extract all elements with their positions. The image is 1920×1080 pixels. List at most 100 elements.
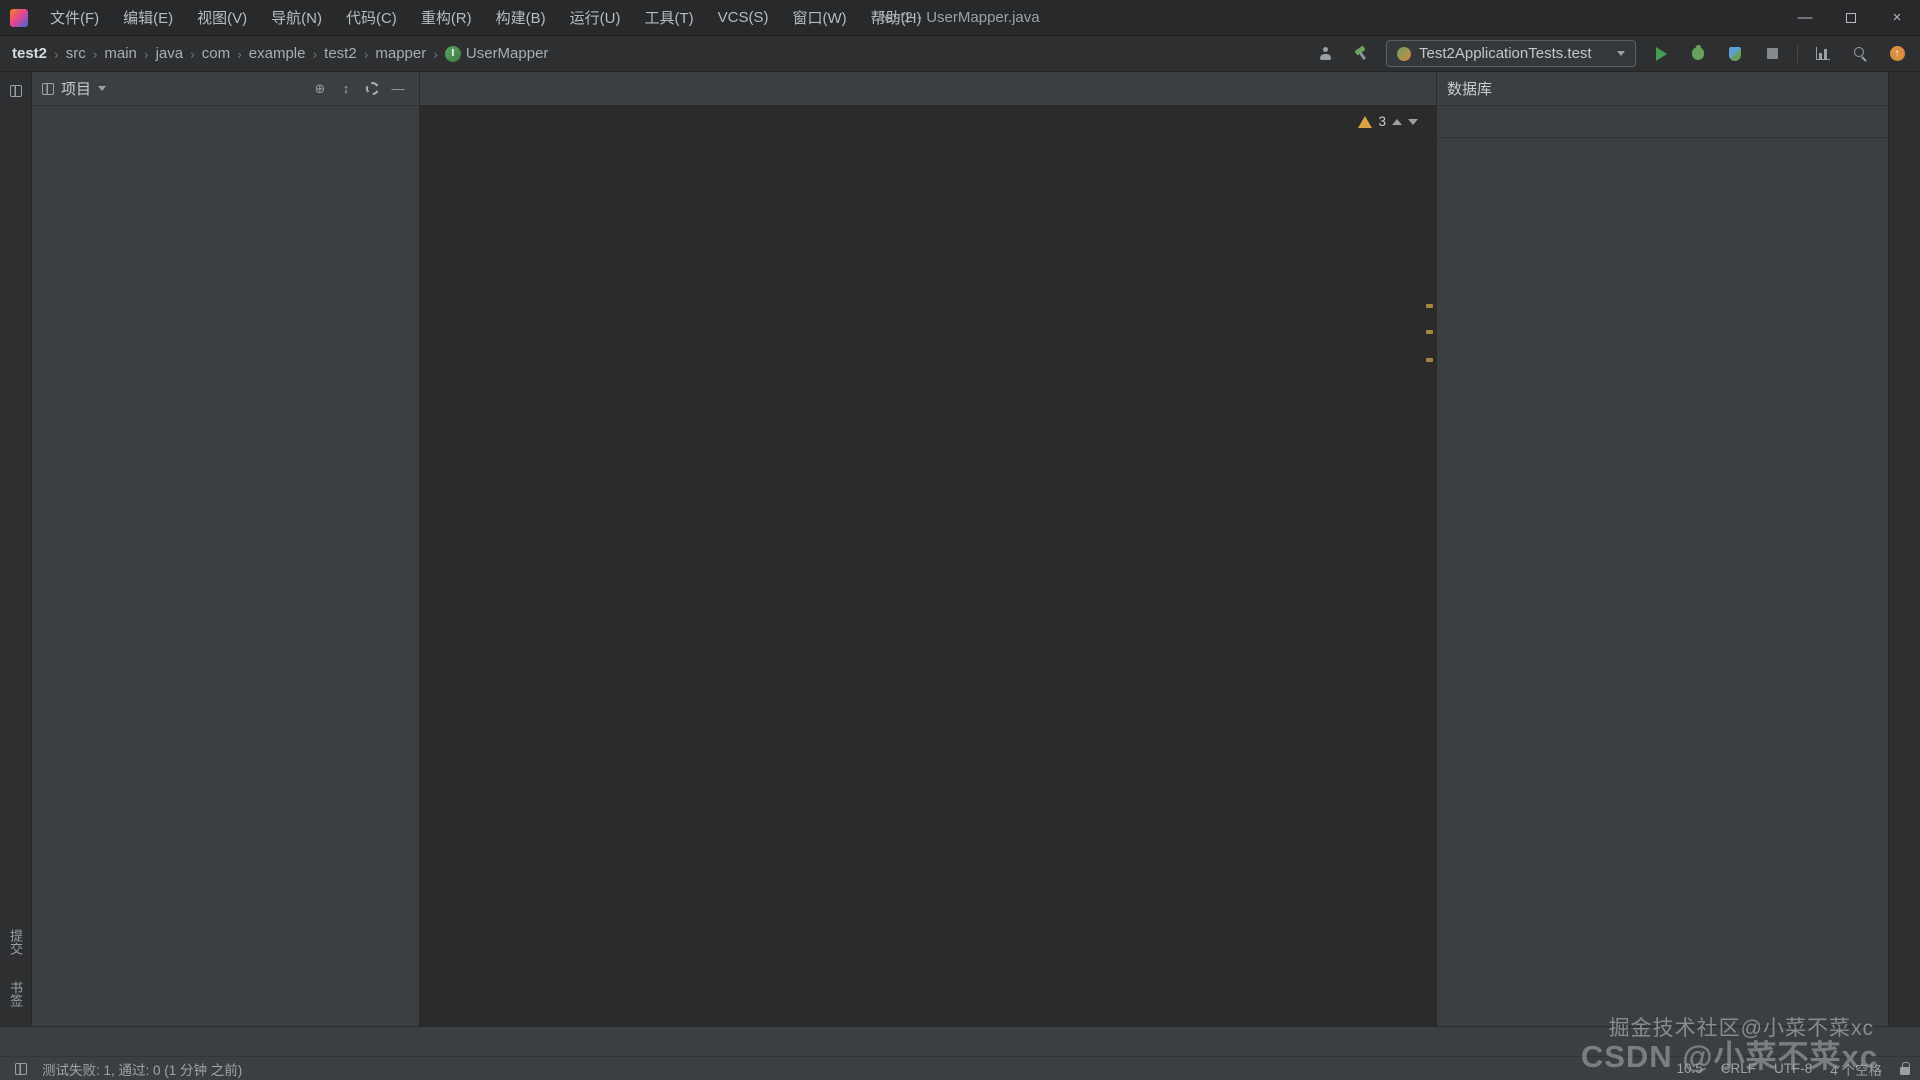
project-hide-button[interactable]: — [387, 78, 409, 100]
prev-warning-icon[interactable] [1392, 119, 1402, 125]
code-editor[interactable]: 3 [420, 106, 1436, 1026]
project-expand-button[interactable]: ↕ [335, 78, 357, 100]
left-stripe-bottom: 提交书签 [1, 920, 30, 1026]
warning-count: 3 [1378, 114, 1386, 129]
menu-item[interactable]: 文件(F) [38, 0, 111, 36]
next-warning-icon[interactable] [1408, 119, 1418, 125]
person-button[interactable] [1314, 43, 1336, 65]
left-tool-stripe: 提交书签 [0, 72, 32, 1026]
project-icon [10, 85, 22, 97]
project-panel: 项目 ⊕ ↕ — [32, 72, 420, 1026]
menu-item[interactable]: 代码(C) [334, 0, 409, 36]
breadcrumb-item[interactable]: src [66, 45, 86, 62]
update-button[interactable]: ↑ [1886, 43, 1908, 65]
breadcrumb-separator-icon: › [364, 46, 369, 62]
chevron-down-icon[interactable] [98, 86, 106, 91]
menu-item[interactable]: 导航(N) [259, 0, 334, 36]
debug-icon [1692, 47, 1704, 60]
window-controls: —× [1782, 0, 1920, 36]
breadcrumb-item[interactable]: mapper [375, 45, 426, 62]
readonly-lock-icon[interactable] [1900, 1067, 1910, 1075]
coverage-button[interactable] [1724, 43, 1746, 65]
breadcrumb-separator-icon: › [54, 46, 59, 62]
breadcrumb-item[interactable]: com [202, 45, 230, 62]
breadcrumb-separator-icon: › [93, 46, 98, 62]
project-locate-button[interactable]: ⊕ [309, 78, 331, 100]
interface-icon: I [445, 46, 461, 62]
menu-item[interactable]: 构建(B) [484, 0, 558, 36]
editor-tabs [420, 72, 1436, 106]
update-icon: ↑ [1890, 46, 1905, 61]
menu-item[interactable]: VCS(S) [706, 0, 781, 36]
menu-item[interactable]: 重构(R) [409, 0, 484, 36]
stop-button[interactable] [1761, 43, 1783, 65]
breadcrumb-separator-icon: › [190, 46, 195, 62]
breadcrumb-item[interactable]: example [249, 45, 306, 62]
database-toolbar [1437, 106, 1888, 138]
menu-item[interactable]: 编辑(E) [111, 0, 185, 36]
play-button[interactable] [1650, 43, 1672, 65]
project-stripe-button[interactable] [5, 80, 27, 102]
chevron-down-icon [1617, 51, 1625, 56]
hammer-icon [1354, 46, 1369, 61]
locate-icon: ⊕ [315, 82, 326, 95]
minimize-button[interactable]: — [1782, 0, 1828, 36]
coverage-icon [1729, 47, 1741, 61]
breadcrumb: test2 › src › main › java › com › example › test2 › ma… [12, 45, 548, 62]
run-config-icon [1397, 47, 1411, 61]
menu-item[interactable]: 工具(T) [632, 0, 705, 36]
person-icon [1318, 46, 1333, 61]
scrollbar-warning-mark[interactable] [1426, 358, 1433, 362]
inspections-widget[interactable]: 3 [1358, 114, 1418, 129]
tool-stripe-item[interactable]: 书签 [1, 972, 30, 1016]
menu-item[interactable]: 视图(V) [185, 0, 259, 36]
settings-icon [366, 82, 379, 95]
window-title: test2 - UserMapper.java [880, 9, 1039, 26]
project-panel-icon [42, 83, 54, 95]
warning-icon [1358, 116, 1372, 128]
database-panel-header: 数据库 [1437, 72, 1888, 106]
breadcrumb-separator-icon: › [237, 46, 242, 62]
menu-bar: 文件(F)编辑(E)视图(V)导航(N)代码(C)重构(R)构建(B)运行(U)… [38, 0, 933, 36]
expand-icon: ↕ [343, 82, 350, 95]
breadcrumb-item[interactable]: IUserMapper [445, 45, 549, 62]
run-toolbar: Test2ApplicationTests.test ↑ [1314, 40, 1908, 67]
tool-window-switcher-button[interactable] [10, 1058, 32, 1080]
title-bar: 文件(F)编辑(E)视图(V)导航(N)代码(C)重构(R)构建(B)运行(U)… [0, 0, 1920, 36]
search-icon [1853, 46, 1868, 61]
breadcrumb-separator-icon: › [312, 46, 317, 62]
tool-stripe-item[interactable]: 提交 [1, 920, 30, 964]
database-panel-title: 数据库 [1447, 78, 1492, 99]
breadcrumb-item[interactable]: java [156, 45, 184, 62]
menu-item[interactable]: 窗口(W) [780, 0, 858, 36]
project-settings-button[interactable] [361, 78, 383, 100]
right-tool-stripe [1888, 72, 1920, 1026]
status-message[interactable]: 测试失败: 1, 通过: 0 (1 分钟 之前) [42, 1059, 242, 1079]
app-logo-icon [10, 9, 28, 27]
debug-button[interactable] [1687, 43, 1709, 65]
breadcrumb-item[interactable]: test2 [12, 45, 47, 62]
scrollbar-warning-mark[interactable] [1426, 304, 1433, 308]
watermark-csdn: CSDN @小菜不菜xc [1581, 1031, 1878, 1076]
search-button[interactable] [1849, 43, 1871, 65]
database-panel: 数据库 [1436, 72, 1888, 1026]
hide-icon: — [392, 82, 405, 95]
chart-button[interactable] [1812, 43, 1834, 65]
editor-area: 3 [420, 72, 1436, 1026]
scrollbar-warning-mark[interactable] [1426, 330, 1433, 334]
breadcrumb-item[interactable]: main [104, 45, 137, 62]
toolbar-separator [1797, 45, 1798, 63]
breadcrumb-item[interactable]: test2 [324, 45, 357, 62]
project-panel-header: 项目 ⊕ ↕ — [32, 72, 419, 106]
menu-item[interactable]: 运行(U) [558, 0, 633, 36]
maximize-button[interactable] [1828, 0, 1874, 36]
navigation-bar: test2 › src › main › java › com › example › test2 › ma… [0, 36, 1920, 72]
chart-icon [1816, 47, 1830, 60]
close-button[interactable]: × [1874, 0, 1920, 36]
hammer-button[interactable] [1350, 43, 1372, 65]
stop-icon [1767, 48, 1778, 59]
run-config-select[interactable]: Test2ApplicationTests.test [1386, 40, 1636, 67]
project-panel-title[interactable]: 项目 [61, 78, 91, 99]
breadcrumb-separator-icon: › [144, 46, 149, 62]
breadcrumb-separator-icon: › [433, 46, 438, 62]
